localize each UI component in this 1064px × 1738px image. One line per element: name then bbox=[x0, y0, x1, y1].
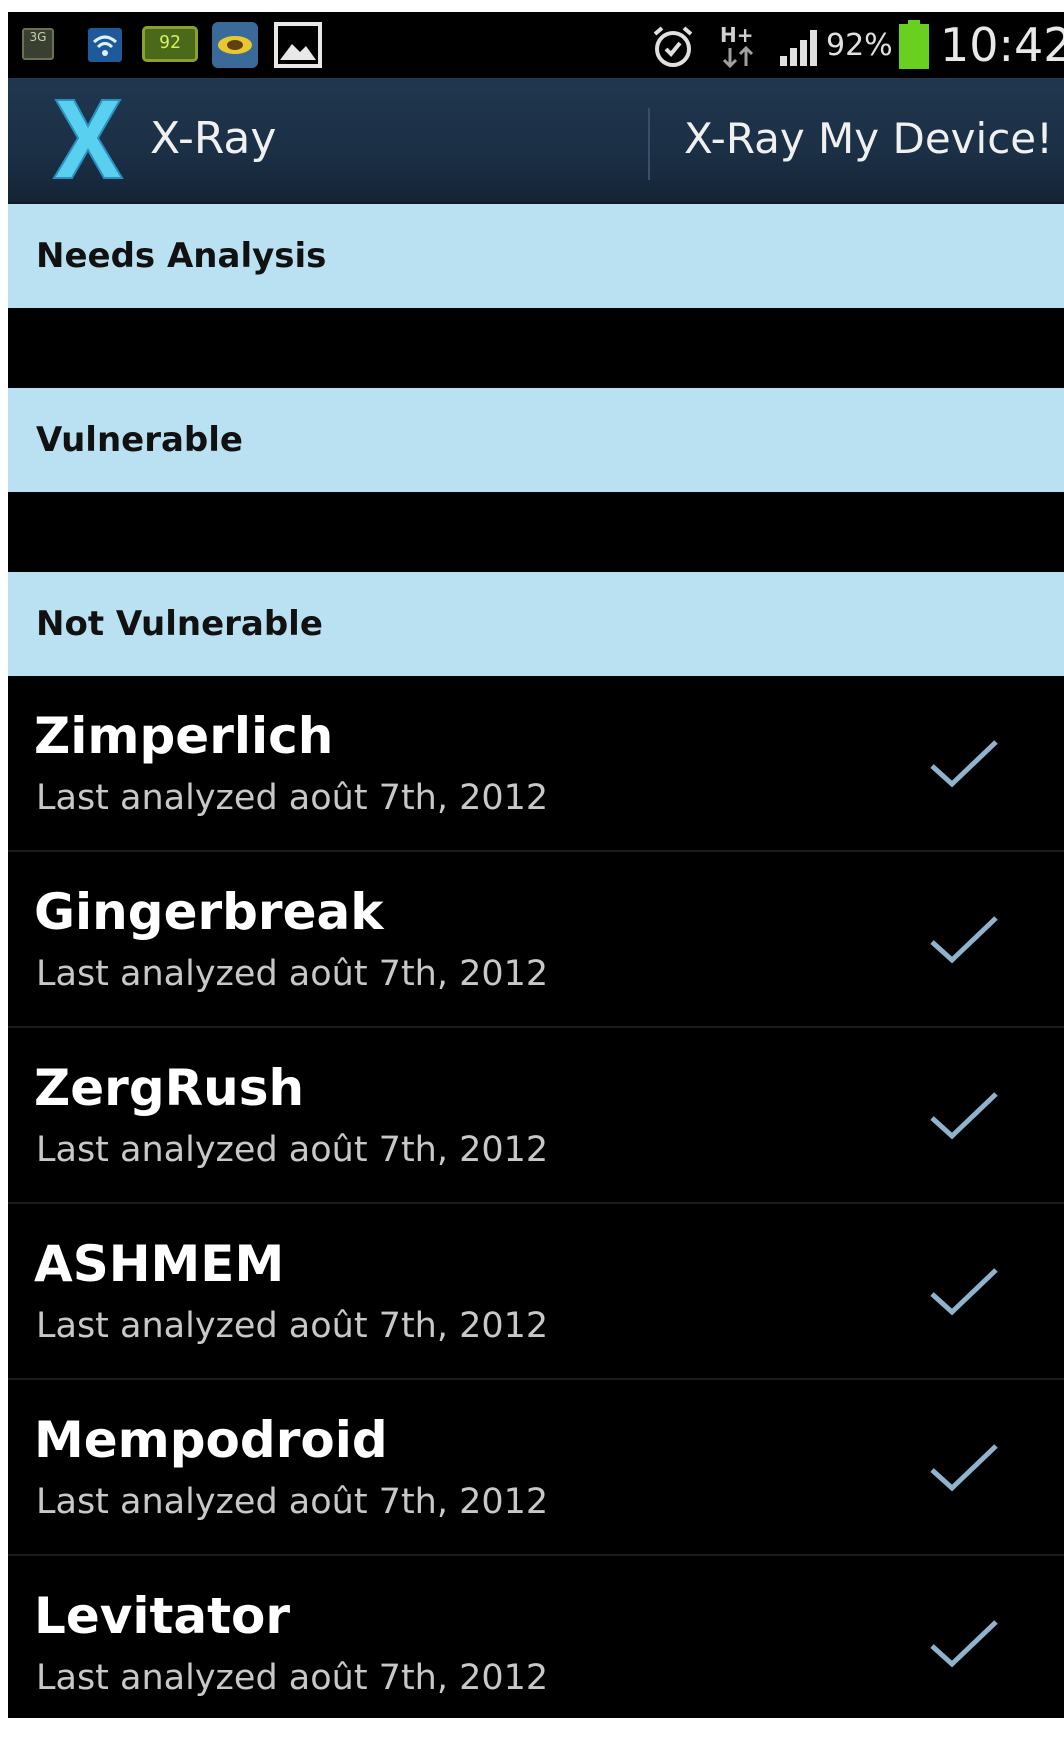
exploit-name: ASHMEM bbox=[34, 1235, 285, 1293]
battery-percent: 92% bbox=[826, 28, 893, 63]
app-notification-icon bbox=[212, 22, 258, 68]
3g-icon: 3G bbox=[22, 28, 54, 60]
exploit-status: Last analyzed août 7th, 2012 bbox=[36, 1130, 549, 1170]
list-item-mempodroid[interactable]: Mempodroid Last analyzed août 7th, 2012 bbox=[8, 1380, 1064, 1556]
section-header-needs-analysis: Needs Analysis bbox=[8, 204, 1064, 308]
signal-icon bbox=[778, 26, 826, 66]
section-title: Needs Analysis bbox=[36, 236, 327, 276]
exploit-status: Last analyzed août 7th, 2012 bbox=[36, 778, 549, 818]
checkmark-icon bbox=[930, 916, 998, 964]
status-bar: 3G 92 H+ 92% 10:42 bbox=[8, 12, 1064, 78]
checkmark-icon bbox=[930, 740, 998, 788]
checkmark-icon bbox=[930, 1620, 998, 1668]
section-title: Vulnerable bbox=[36, 420, 243, 460]
app-title: X-Ray bbox=[150, 113, 277, 164]
section-title: Not Vulnerable bbox=[36, 604, 323, 644]
exploit-name: Gingerbreak bbox=[34, 883, 384, 941]
exploit-list: Zimperlich Last analyzed août 7th, 2012 … bbox=[8, 676, 1064, 1718]
exploit-status: Last analyzed août 7th, 2012 bbox=[36, 954, 549, 994]
alarm-icon bbox=[650, 24, 696, 70]
exploit-status: Last analyzed août 7th, 2012 bbox=[36, 1306, 549, 1346]
exploit-status: Last analyzed août 7th, 2012 bbox=[36, 1482, 549, 1522]
section-header-not-vulnerable: Not Vulnerable bbox=[8, 572, 1064, 676]
list-item-gingerbreak[interactable]: Gingerbreak Last analyzed août 7th, 2012 bbox=[8, 852, 1064, 1028]
battery-widget-value: 92 bbox=[159, 32, 181, 53]
hplus-data-icon: H+ bbox=[720, 24, 760, 70]
list-item-zimperlich[interactable]: Zimperlich Last analyzed août 7th, 2012 bbox=[8, 676, 1064, 852]
network-badge-label: 3G bbox=[29, 30, 47, 44]
xray-logo-icon[interactable] bbox=[50, 96, 126, 182]
checkmark-icon bbox=[930, 1268, 998, 1316]
network-type-label: H+ bbox=[720, 23, 754, 47]
exploit-name: Levitator bbox=[34, 1587, 291, 1645]
xray-my-device-label: X-Ray My Device! bbox=[684, 114, 1053, 163]
list-item-ashmem[interactable]: ASHMEM Last analyzed août 7th, 2012 bbox=[8, 1204, 1064, 1380]
list-item-zergrush[interactable]: ZergRush Last analyzed août 7th, 2012 bbox=[8, 1028, 1064, 1204]
clock: 10:42 bbox=[940, 18, 1064, 72]
xray-my-device-button[interactable]: X-Ray My Device! bbox=[658, 78, 1064, 202]
section-header-vulnerable: Vulnerable bbox=[8, 388, 1064, 492]
list-item-levitator[interactable]: Levitator Last analyzed août 7th, 2012 bbox=[8, 1556, 1064, 1718]
battery-icon bbox=[898, 20, 930, 70]
wifi-icon bbox=[88, 28, 122, 62]
exploit-name: ZergRush bbox=[34, 1059, 305, 1117]
battery-widget-icon: 92 bbox=[142, 26, 198, 62]
checkmark-icon bbox=[930, 1092, 998, 1140]
phone-screen: 3G 92 H+ 92% 10:42 X-Ray X-Ray My Device… bbox=[8, 12, 1064, 1718]
checkmark-icon bbox=[930, 1444, 998, 1492]
exploit-name: Zimperlich bbox=[34, 707, 334, 765]
exploit-name: Mempodroid bbox=[34, 1411, 388, 1469]
action-bar: X-Ray X-Ray My Device! bbox=[8, 78, 1064, 204]
gallery-icon bbox=[274, 22, 322, 68]
exploit-status: Last analyzed août 7th, 2012 bbox=[36, 1658, 549, 1698]
action-divider bbox=[648, 108, 650, 180]
